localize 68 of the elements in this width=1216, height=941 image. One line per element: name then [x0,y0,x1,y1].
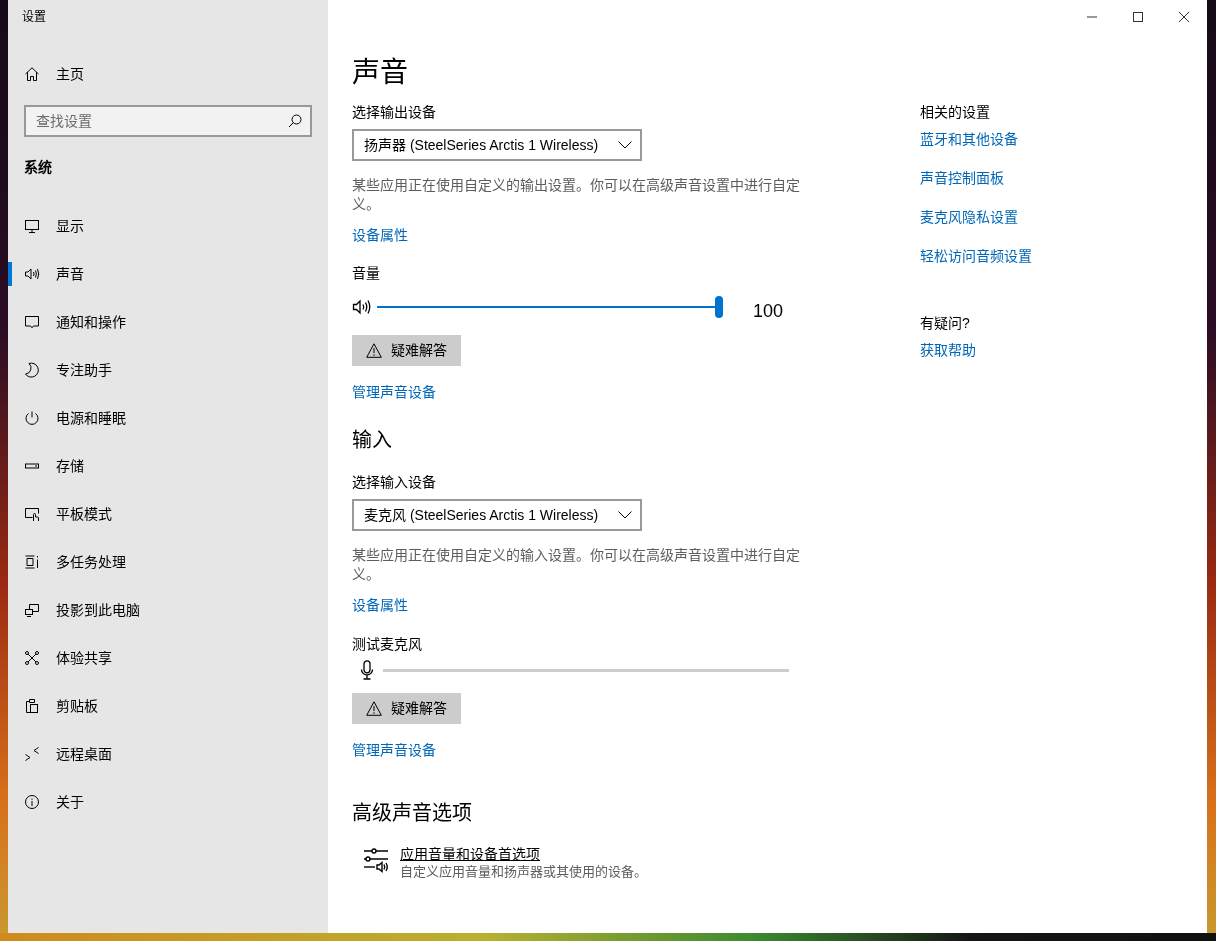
sidebar-item[interactable]: 专注助手 [8,358,328,382]
page-title: 声音 [352,56,408,90]
related-link[interactable]: 麦克风隐私设置 [920,207,1018,227]
slider-thumb[interactable] [715,296,723,318]
sidebar-item[interactable]: 通知和操作 [8,310,328,334]
option-title[interactable]: 应用音量和设备首选项 [400,845,540,863]
help-link[interactable]: 获取帮助 [920,340,976,360]
maximize-icon [1133,12,1143,22]
sidebar-item[interactable]: 投影到此电脑 [8,598,328,622]
monitor-icon [24,218,40,234]
sidebar-item[interactable]: 存储 [8,454,328,478]
microphone-icon [360,660,374,680]
search-field[interactable]: 查找设置 [24,105,312,137]
speaker-icon [24,266,40,282]
troubleshoot-button[interactable]: 疑难解答 [352,693,461,724]
power-icon [24,410,40,426]
section-heading: 系统 [24,158,52,177]
info-note: 某些应用正在使用自定义的输入设置。你可以在高级声音设置中进行自定义。 [352,546,801,584]
sidebar-item[interactable]: 多任务处理 [8,550,328,574]
close-icon [1179,12,1189,22]
manage-devices-link[interactable]: 管理声音设备 [352,382,436,402]
window-title: 设置 [21,9,47,26]
chevron-down-icon [618,511,633,519]
sidebar-item[interactable]: 关于 [8,790,328,814]
sidebar-item[interactable]: 平板模式 [8,502,328,526]
moon-icon [24,362,40,378]
info-icon [24,794,40,810]
section-heading: 输入 [352,428,392,453]
speech-bubble-icon [24,314,40,330]
sliders-speaker-icon [363,846,389,872]
help-heading: 有疑问? [920,314,970,333]
mic-test-label: 测试麦克风 [352,635,422,654]
sidebar-item[interactable]: 剪贴板 [8,694,328,718]
sidebar-item[interactable]: 显示 [8,214,328,238]
output-device-dropdown[interactable]: 扬声器 (SteelSeries Arctis 1 Wireless) [352,129,643,161]
sidebar-item[interactable]: 远程桌面 [8,742,328,766]
manage-devices-link[interactable]: 管理声音设备 [352,740,436,760]
window-columns-icon [24,554,40,570]
sidebar-item[interactable]: 体验共享 [8,646,328,670]
warning-icon [366,343,382,358]
volume-value: 100 [753,300,784,322]
warning-icon [366,701,382,716]
connected-nodes-icon [24,650,40,666]
device-properties-link[interactable]: 设备属性 [352,225,408,245]
field-label: 选择输出设备 [352,103,436,122]
field-label: 选择输入设备 [352,473,436,492]
sidebar-item[interactable]: 电源和睡眠 [8,406,328,430]
search-icon [288,114,302,128]
related-link[interactable]: 蓝牙和其他设备 [920,129,1018,149]
troubleshoot-button[interactable]: 疑难解答 [352,335,461,366]
option-description: 自定义应用音量和扬声器或其使用的设备。 [400,863,647,881]
two-monitors-icon [24,602,40,618]
section-heading: 高级声音选项 [352,801,472,826]
related-link[interactable]: 轻松访问音频设置 [920,246,1032,266]
volume-slider[interactable] [377,296,723,318]
chevrons-icon [24,746,40,762]
info-note: 某些应用正在使用自定义的输出设置。你可以在高级声音设置中进行自定义。 [352,176,801,214]
clipboard-icon [24,698,40,714]
speaker-icon [352,299,372,315]
chevron-down-icon [618,141,633,149]
input-device-dropdown[interactable]: 麦克风 (SteelSeries Arctis 1 Wireless) [352,499,643,531]
home-icon [24,66,40,82]
related-settings-heading: 相关的设置 [920,103,990,122]
related-link[interactable]: 声音控制面板 [920,168,1004,188]
volume-label: 音量 [352,264,380,283]
device-properties-link[interactable]: 设备属性 [352,595,408,615]
home-item[interactable]: 主页 [8,62,328,86]
tablet-touch-icon [24,506,40,522]
